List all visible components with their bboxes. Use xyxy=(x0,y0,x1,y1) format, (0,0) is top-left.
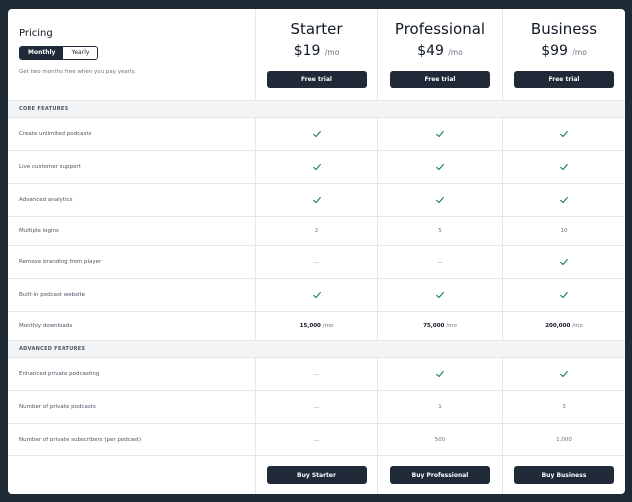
feature-value: 15,000 /mo xyxy=(255,312,377,340)
free-trial-button-starter[interactable]: Free trial xyxy=(266,71,367,88)
feature-row: Number of private podcasts —1 3 xyxy=(8,390,625,423)
check-icon xyxy=(502,151,625,183)
feature-label: Built-in podcast website xyxy=(19,292,86,298)
buy-business-button[interactable]: Buy Business xyxy=(514,466,614,484)
dash-icon: — xyxy=(255,424,377,456)
feature-label: Live customer support xyxy=(19,164,81,170)
feature-row: Advanced analytics xyxy=(8,183,625,216)
feature-row: Monthly downloads 15,000 /mo 75,000 /mo 200… xyxy=(8,311,625,340)
feature-row: Remove branding from player — — xyxy=(8,245,625,278)
buy-professional-button[interactable]: Buy Professional xyxy=(390,466,490,484)
check-icon xyxy=(377,358,502,390)
check-icon xyxy=(502,246,625,278)
feature-value: 200,000 /mo xyxy=(502,312,625,340)
feature-value: 2 xyxy=(255,217,377,245)
check-icon xyxy=(255,151,377,183)
section-title: CORE FEATURES xyxy=(19,106,69,112)
plan-professional: Professional $49 /mo Free trial xyxy=(377,9,502,100)
section-header: CORE FEATURES xyxy=(8,100,625,117)
check-icon xyxy=(255,184,377,216)
feature-value: 10 xyxy=(502,217,625,245)
feature-row: Multiple logins 2 5 10 xyxy=(8,216,625,245)
feature-value: 3 xyxy=(502,391,625,423)
plan-price: $19 /mo xyxy=(293,43,340,59)
feature-row: Built-in podcast website xyxy=(8,278,625,311)
section-header: ADVANCED FEATURES xyxy=(8,340,625,357)
buy-row: Buy Starter Buy Professional Buy Busines… xyxy=(8,455,625,494)
pricing-intro: Pricing Monthly Yearly Get two months fr… xyxy=(19,28,249,75)
feature-row: Live customer support xyxy=(8,150,625,183)
feature-label: Create unlimited podcasts xyxy=(19,131,92,137)
dash-icon: — xyxy=(377,246,502,278)
billing-toggle: Monthly Yearly xyxy=(19,45,99,60)
feature-value: 75,000 /mo xyxy=(377,312,502,340)
feature-value: 1,000 xyxy=(502,424,625,456)
feature-label: Remove branding from player xyxy=(19,259,102,265)
plan-starter: Starter $19 /mo Free trial xyxy=(255,9,377,100)
plan-name: Starter xyxy=(290,20,343,38)
plan-price: $49 /mo xyxy=(417,43,463,59)
check-icon xyxy=(255,118,377,150)
feature-row: Create unlimited podcasts xyxy=(8,117,625,150)
check-icon xyxy=(255,279,377,311)
dash-icon: — xyxy=(255,391,377,423)
feature-label: Multiple logins xyxy=(19,228,59,234)
toggle-yearly[interactable]: Yearly xyxy=(63,46,98,59)
feature-row: Enhanced private podcasting — xyxy=(8,357,625,390)
plan-business: Business $99 /mo Free trial xyxy=(502,9,625,100)
feature-label: Enhanced private podcasting xyxy=(19,371,100,377)
check-icon xyxy=(377,184,502,216)
feature-label: Advanced analytics xyxy=(19,197,73,203)
dash-icon: — xyxy=(255,246,377,278)
feature-label: Number of private subscribers (per podca… xyxy=(19,437,142,443)
promo-text: Get two months free when you pay yearly. xyxy=(19,68,136,75)
dash-icon: — xyxy=(255,358,377,390)
feature-value: 500 xyxy=(377,424,502,456)
check-icon xyxy=(502,184,625,216)
check-icon xyxy=(377,279,502,311)
check-icon xyxy=(377,118,502,150)
section-title: ADVANCED FEATURES xyxy=(19,346,86,352)
feature-label: Monthly downloads xyxy=(19,323,73,329)
feature-row: Number of private subscribers (per podca… xyxy=(8,423,625,456)
page-title: Pricing xyxy=(19,28,53,39)
check-icon xyxy=(502,118,625,150)
check-icon xyxy=(377,151,502,183)
pricing-card: Pricing Monthly Yearly Get two months fr… xyxy=(8,9,625,494)
free-trial-button-professional[interactable]: Free trial xyxy=(390,71,490,88)
feature-label: Number of private podcasts xyxy=(19,404,96,410)
plan-name: Business xyxy=(530,20,598,38)
toggle-monthly[interactable]: Monthly xyxy=(20,46,64,59)
pricing-header: Pricing Monthly Yearly Get two months fr… xyxy=(8,9,625,100)
plan-name: Professional xyxy=(394,20,486,38)
plan-price: $99 /mo xyxy=(541,43,587,59)
free-trial-button-business[interactable]: Free trial xyxy=(514,71,614,88)
buy-starter-button[interactable]: Buy Starter xyxy=(266,466,367,484)
check-icon xyxy=(502,279,625,311)
feature-value: 5 xyxy=(377,217,502,245)
check-icon xyxy=(502,358,625,390)
feature-value: 1 xyxy=(377,391,502,423)
